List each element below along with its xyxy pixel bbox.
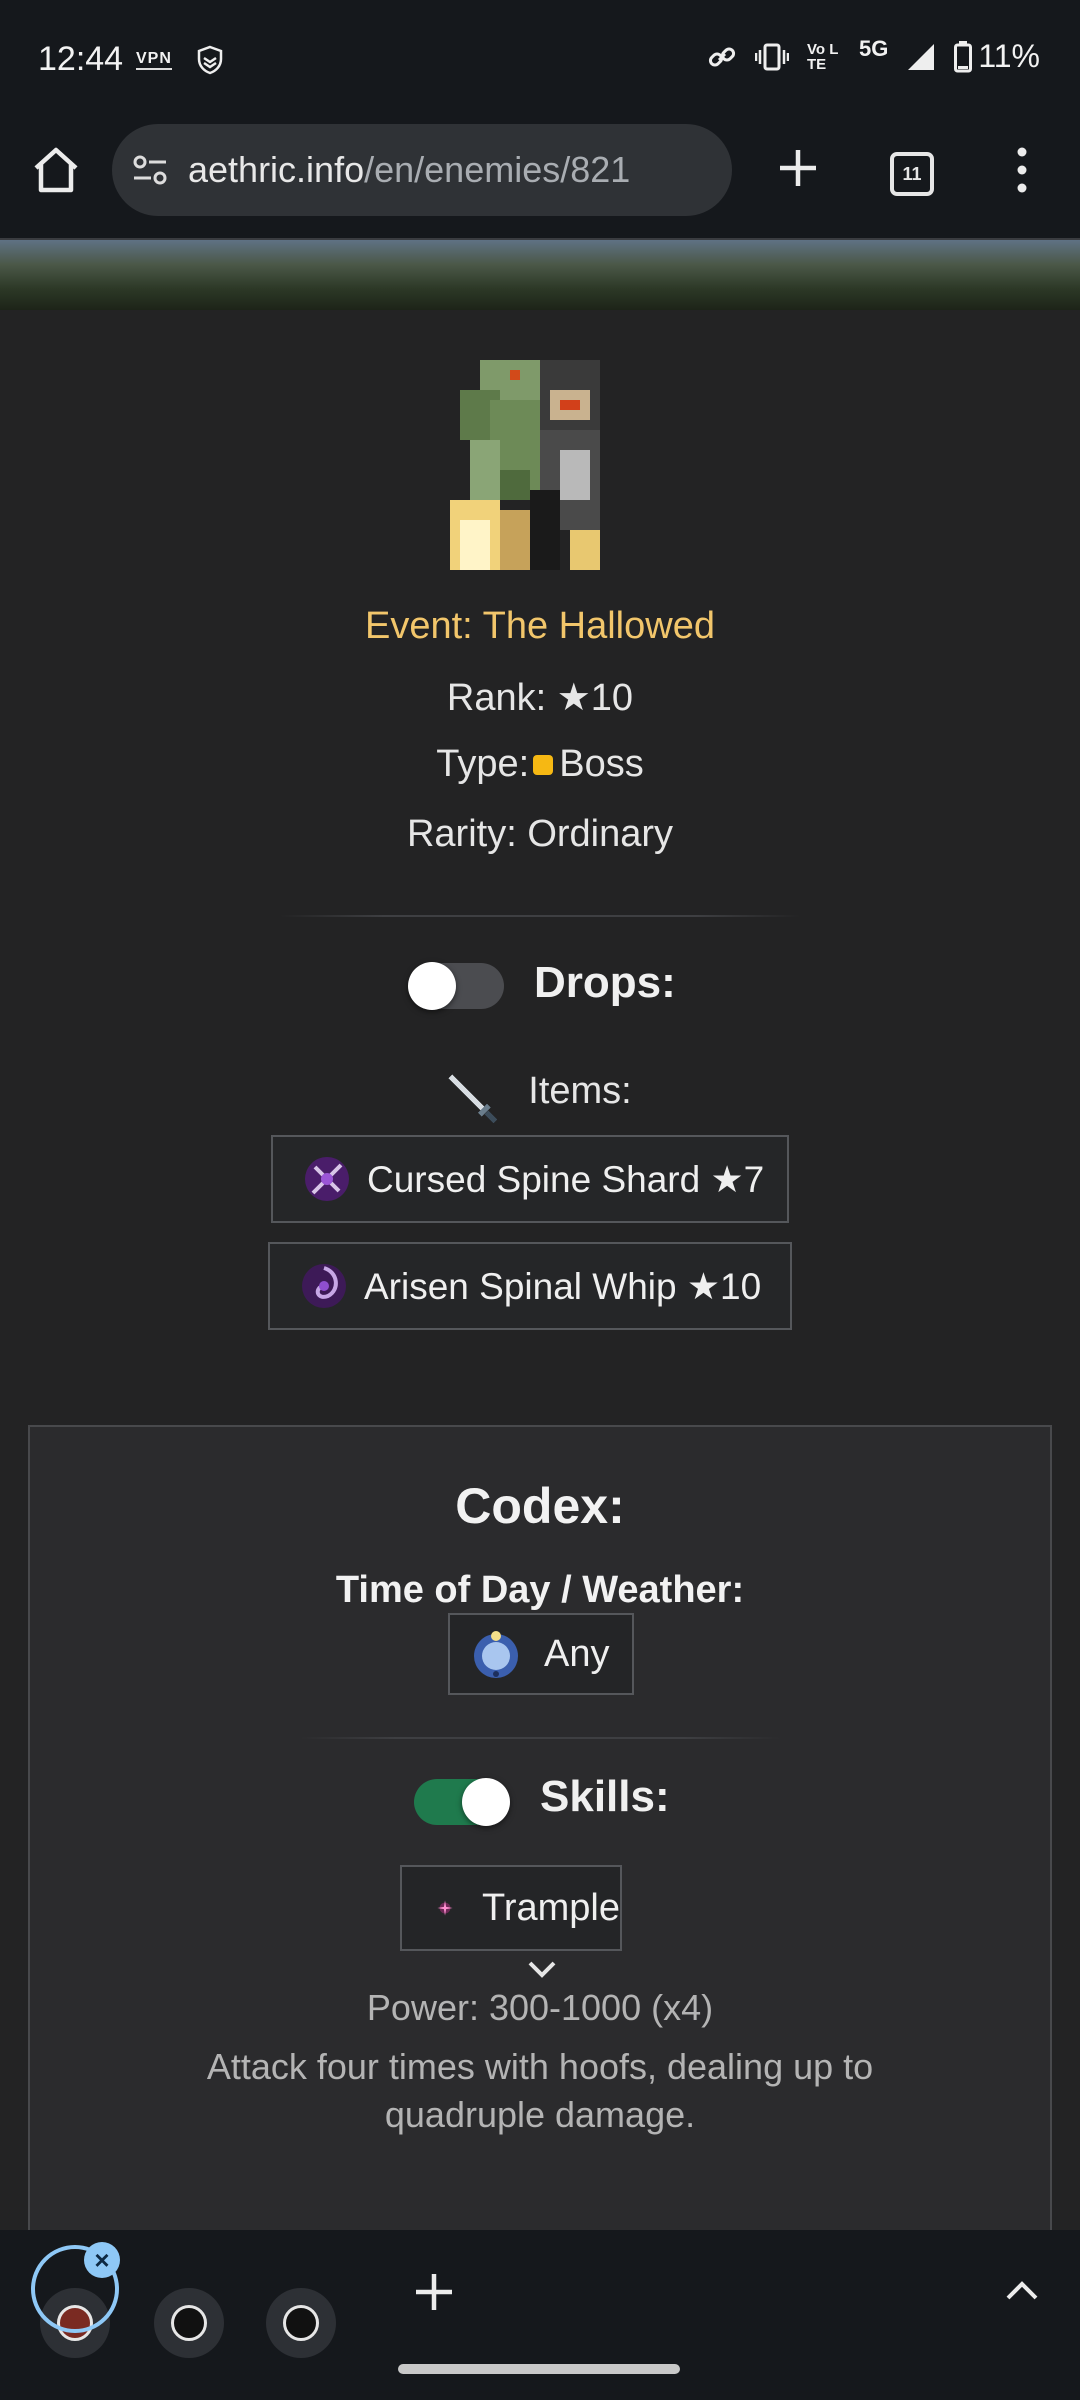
tab-switcher-button[interactable]: 11: [890, 152, 934, 196]
enemy-type: Type: Boss: [0, 743, 1080, 786]
address-bar[interactable]: aethric.info/en/enemies/821: [112, 124, 732, 216]
time-weather-text: Any: [544, 1632, 610, 1675]
time-weather-value[interactable]: Any: [448, 1613, 634, 1695]
enemy-sprite: [450, 360, 600, 570]
drop-item[interactable]: Arisen Spinal Whip ★10: [268, 1242, 792, 1330]
chevron-down-icon[interactable]: [526, 1959, 558, 1979]
codex-panel: Codex: Time of Day / Weather: Any Skills…: [28, 1425, 1052, 2255]
tab-thumbnail[interactable]: [266, 2288, 336, 2358]
url-path: /en/enemies/821: [364, 149, 631, 190]
skill-name: Trample: [482, 1886, 620, 1929]
trample-icon: [437, 1900, 453, 1916]
status-bar: 12:44 VPN Vo LTE 5G 11%: [0, 0, 1080, 120]
header-banner-image: [0, 240, 1080, 310]
type-label: Type:: [436, 743, 530, 785]
url-host: aethric.info: [188, 149, 365, 190]
tab-favicon: [283, 2305, 319, 2341]
time-weather-label: Time of Day / Weather:: [335, 1569, 745, 1611]
enemy-rank: Rank: ★10: [446, 677, 634, 719]
add-tab-icon[interactable]: [410, 2268, 458, 2316]
skill-power: Power: 300-1000 (x4): [366, 1987, 714, 2028]
battery-percent: 11%: [978, 38, 1040, 74]
enemy-event[interactable]: Event: The Hallowed: [0, 605, 1080, 648]
enemy-rarity: Rarity: Ordinary: [406, 813, 674, 855]
site-settings-icon[interactable]: [130, 150, 170, 190]
chevron-up-icon[interactable]: [1004, 2278, 1040, 2304]
gesture-bar[interactable]: [398, 2364, 680, 2374]
home-icon[interactable]: [30, 144, 82, 196]
toggle-knob: [462, 1778, 510, 1826]
enemy-detail: Event: The Hallowed Rank: ★10 Type: Boss …: [0, 310, 1080, 2255]
skills-toggle[interactable]: [414, 1778, 510, 1826]
tab-strip: [0, 2230, 1080, 2400]
url-text[interactable]: aethric.info/en/enemies/821: [188, 149, 630, 191]
drops-title: Drops:: [534, 958, 676, 1007]
vpn-icon: VPN: [136, 50, 172, 70]
browser-toolbar: aethric.info/en/enemies/821 11: [0, 120, 1080, 240]
drop-item-name: Cursed Spine Shard ★7: [367, 1158, 765, 1200]
drops-toggle[interactable]: [408, 962, 504, 1010]
vibrate-icon: [754, 43, 789, 70]
divider: [300, 1737, 780, 1739]
cursed-spine-shard-icon: [305, 1157, 349, 1201]
shield-icon: [197, 45, 223, 75]
network-type-label: 5G: [858, 35, 889, 61]
codex-title: Codex:: [455, 1478, 625, 1534]
tab-favicon: [171, 2305, 207, 2341]
type-color-dot: [533, 754, 554, 775]
skill-item[interactable]: Trample: [400, 1865, 622, 1951]
volte-icon: Vo LTE: [806, 40, 839, 73]
signal-icon: [908, 43, 935, 70]
more-options-icon[interactable]: [1000, 144, 1044, 196]
arisen-spinal-whip-icon: [302, 1264, 346, 1308]
skills-title: Skills:: [540, 1772, 670, 1821]
type-value: Boss: [559, 743, 644, 785]
drop-item-name: Arisen Spinal Whip ★10: [364, 1265, 762, 1307]
divider: [280, 915, 800, 917]
drop-item[interactable]: Cursed Spine Shard ★7: [271, 1135, 789, 1223]
new-tab-icon[interactable]: [770, 140, 826, 196]
status-time: 12:44: [38, 40, 124, 78]
day-night-icon: [474, 1631, 518, 1678]
battery-icon: [954, 40, 973, 72]
tab-thumbnail[interactable]: [154, 2288, 224, 2358]
close-tab-icon[interactable]: ×: [84, 2242, 120, 2278]
toggle-knob: [408, 962, 456, 1010]
link-icon: [708, 46, 736, 67]
skill-description: Attack four times with hoofs, dealing up…: [206, 2046, 874, 2135]
items-label: Items:: [528, 1070, 632, 1112]
